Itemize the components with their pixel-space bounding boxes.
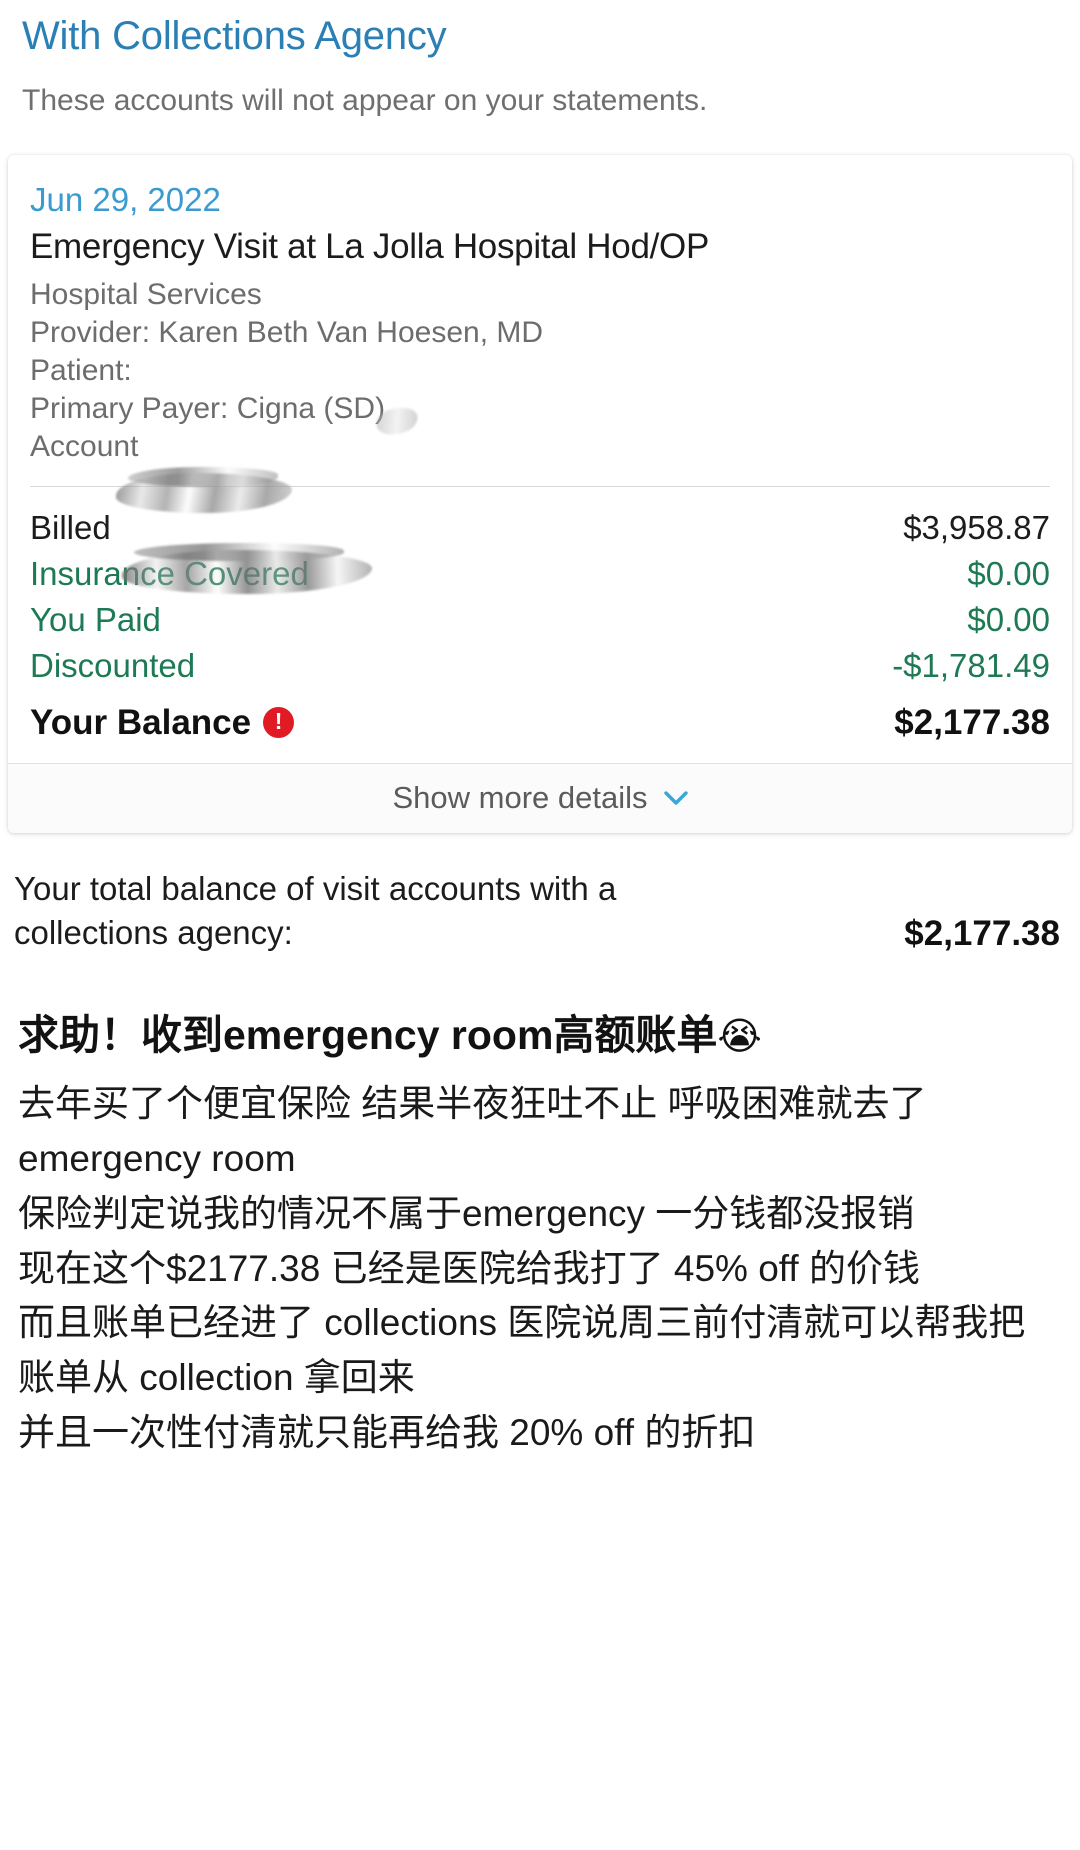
balance-value: $2,177.38 — [894, 702, 1050, 742]
chevron-down-icon — [663, 790, 688, 805]
redaction-smudge-patient-edge — [128, 466, 278, 487]
amount-label: You Paid — [30, 600, 161, 638]
amount-label: Insurance Covered — [30, 554, 309, 592]
visit-date: Jun 29, 2022 — [30, 180, 221, 218]
crying-face-emoji: 😭 — [717, 1015, 762, 1058]
provider-line: Provider: Karen Beth Van Hoesen, MD — [30, 315, 544, 349]
total-balance-text: Your total balance of visit accounts wit… — [14, 870, 617, 951]
post-paragraph: 去年买了个便宜保险 结果半夜狂吐不止 呼吸困难就去了 emergency roo… — [18, 1083, 927, 1180]
page-title: With Collections Agency — [22, 14, 447, 58]
post-paragraph: 保险判定说我的情况不属于emergency 一分钱都没报销 — [18, 1192, 915, 1234]
post-content: 求助！收到emergency room高额账单😭 去年买了个便宜保险 结果半夜狂… — [0, 955, 1080, 1461]
patient-line: Patient: — [30, 353, 132, 387]
page-header: With Collections Agency These accounts w… — [0, 0, 1080, 119]
amount-row: You Paid $0.00 — [30, 597, 1050, 643]
account-card-body: Jun 29, 2022 Emergency Visit at La Jolla… — [8, 155, 1072, 763]
alert-exclamation-glyph: ! — [274, 708, 283, 735]
service-type: Hospital Services — [30, 277, 262, 311]
post-paragraph: 并且一次性付清就只能再给我 20% off 的折扣 — [18, 1411, 756, 1453]
card-divider — [30, 486, 1050, 488]
show-more-details-button[interactable]: Show more details — [8, 763, 1072, 834]
amount-label: Billed — [30, 509, 111, 547]
post-title: 求助！收到emergency room高额账单😭 — [18, 1009, 1062, 1062]
account-card[interactable]: Jun 29, 2022 Emergency Visit at La Jolla… — [8, 154, 1072, 834]
total-balance-amount: $2,177.38 — [904, 913, 1060, 953]
amount-value: $0.00 — [967, 554, 1050, 592]
page-subtitle: These accounts will not appear on your s… — [22, 83, 708, 117]
balance-label: Your Balance — [30, 702, 252, 742]
balance-row: Your Balance ! $2,177.38 — [30, 699, 1050, 748]
amount-value: $0.00 — [967, 600, 1050, 638]
account-number-line: Account — [30, 429, 139, 463]
show-more-details-label: Show more details — [392, 780, 648, 816]
amount-value: -$1,781.49 — [892, 646, 1050, 684]
post-paragraph: 现在这个$2177.38 已经是医院给我打了 45% off 的价钱 — [18, 1247, 920, 1289]
amount-label: Discounted — [30, 646, 196, 684]
primary-payer-line: Primary Payer: Cigna (SD) — [30, 391, 386, 425]
amount-row: Discounted -$1,781.49 — [30, 643, 1050, 689]
post-paragraph: 而且账单已经进了 collections 医院说周三前付清就可以帮我把账单从 c… — [18, 1302, 1026, 1399]
amount-row: Insurance Covered $0.00 — [30, 551, 1050, 597]
amount-row: Billed $3,958.87 — [30, 505, 1050, 551]
amount-value: $3,958.87 — [903, 509, 1050, 547]
total-balance-summary: Your total balance of visit accounts wit… — [0, 833, 1080, 955]
post-title-text: 求助！收到emergency room高额账单 — [18, 1011, 718, 1058]
visit-title: Emergency Visit at La Jolla Hospital Hod… — [30, 227, 709, 267]
alert-exclamation-icon[interactable]: ! — [263, 707, 295, 739]
